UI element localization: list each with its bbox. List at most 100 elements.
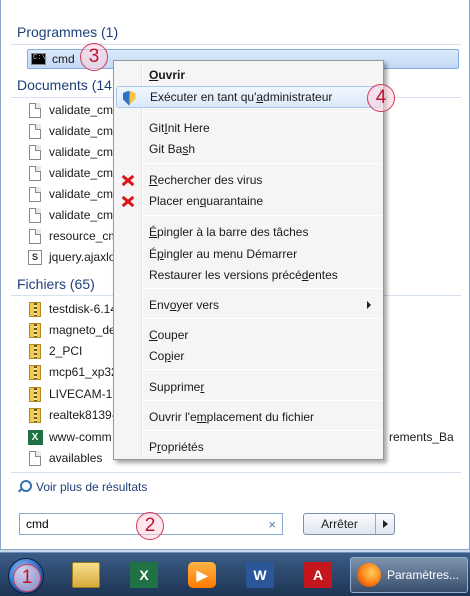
taskbar-acrobat[interactable]: A xyxy=(296,557,340,593)
menu-item-delete[interactable]: Supprime r xyxy=(116,376,381,398)
access-key: R xyxy=(149,173,158,187)
access-key: m xyxy=(196,410,207,424)
menu-item-pin-taskbar[interactable]: Épingler à la barre des tâches xyxy=(116,221,381,243)
menu-item-pin-start[interactable]: Ép ingler au menu Démarrer xyxy=(116,243,381,265)
file-item[interactable]: availables xyxy=(27,448,102,468)
document-icon xyxy=(27,186,43,202)
excel-icon: X xyxy=(130,562,158,588)
document-label: validate_cm xyxy=(49,145,114,159)
document-label: validate_cm xyxy=(49,166,114,180)
menu-item-git-init[interactable]: Git Init Here xyxy=(116,117,381,139)
menu-item-git-bash[interactable]: Git Ba s h xyxy=(116,138,381,160)
kaspersky-icon xyxy=(120,172,136,188)
more-results-link[interactable]: Voir plus de résultats xyxy=(17,480,147,494)
file-item[interactable]: LIVECAM-1.0 xyxy=(27,384,122,404)
taskbar-media-player[interactable]: ▶ xyxy=(180,557,224,593)
menu-item-label: Restaurer les versions précé xyxy=(149,268,302,282)
document-icon xyxy=(27,228,43,244)
taskbar-firefox[interactable]: Paramètres... xyxy=(350,557,468,593)
menu-item-run-as-admin[interactable]: Exécuter en tant qu' a dministrateur xyxy=(116,86,381,108)
menu-separator xyxy=(144,430,381,431)
document-item[interactable]: validate_cm xyxy=(27,205,113,225)
document-icon xyxy=(27,144,43,160)
access-key: a xyxy=(256,90,264,104)
divider xyxy=(11,44,461,45)
files-header: Fichiers (65) xyxy=(17,276,95,292)
document-label: validate_cm xyxy=(49,103,114,117)
taskbar-word[interactable]: W xyxy=(238,557,282,593)
firefox-icon xyxy=(357,563,381,587)
taskbar-excel[interactable]: X xyxy=(122,557,166,593)
menu-item-label: É xyxy=(149,247,158,261)
document-icon xyxy=(27,165,43,181)
excel-file-icon: X xyxy=(27,429,43,445)
access-key: d xyxy=(301,268,309,282)
shutdown-button[interactable]: Arrêter xyxy=(303,513,395,535)
menu-item-properties[interactable]: Pr opriétés xyxy=(116,436,381,458)
menu-item-open-location[interactable]: Ouvrir l'e m placement du fichier xyxy=(116,406,381,428)
menu-item-quarantine[interactable]: Placer en q uarantaine xyxy=(116,190,381,212)
zip-folder-icon xyxy=(27,407,43,423)
file-item[interactable]: magneto_de xyxy=(27,320,116,340)
access-key: O xyxy=(149,68,159,82)
menu-item-label: Co xyxy=(149,349,165,363)
file-label: magneto_de xyxy=(49,323,116,337)
clear-search-icon[interactable]: × xyxy=(268,517,276,532)
menu-item-cut[interactable]: Couper xyxy=(116,324,381,346)
menu-item-label: nit Here xyxy=(167,121,210,135)
program-label: cmd xyxy=(52,52,75,66)
menu-item-label: P xyxy=(149,440,158,454)
document-icon xyxy=(27,123,43,139)
document-label: jquery.ajaxlo xyxy=(49,250,116,264)
menu-item-label: h xyxy=(188,142,196,156)
file-label: 2_PCI xyxy=(49,344,83,358)
document-item[interactable]: validate_cm xyxy=(27,100,113,120)
play-icon: ▶ xyxy=(188,562,216,588)
file-item[interactable]: 2_PCI xyxy=(27,341,82,361)
menu-separator xyxy=(144,111,381,112)
menu-item-label: Env xyxy=(149,298,170,312)
step-marker-3: 3 xyxy=(80,43,108,71)
menu-item-label: echercher des virus xyxy=(157,173,263,187)
file-item[interactable]: mcp61_xp32 xyxy=(27,362,118,382)
shutdown-options-button[interactable] xyxy=(376,514,394,534)
menu-separator xyxy=(144,400,381,401)
shutdown-label[interactable]: Arrêter xyxy=(304,514,376,534)
file-label: testdisk-6.14 xyxy=(49,302,118,316)
menu-item-label: Git Ba xyxy=(149,142,183,156)
taskbar: X ▶ W A Paramètres... xyxy=(0,552,470,596)
menu-item-open[interactable]: Ouvrir xyxy=(116,64,381,86)
zip-folder-icon xyxy=(27,301,43,317)
menu-item-label: Supprime xyxy=(149,380,201,394)
document-item[interactable]: resource_cm xyxy=(27,226,118,246)
document-label: resource_cm xyxy=(49,229,119,243)
menu-item-send-to[interactable]: Env o yer vers xyxy=(116,294,381,316)
document-item[interactable]: validate_cm xyxy=(27,184,113,204)
access-key: r xyxy=(200,380,205,394)
document-item[interactable]: validate_cm xyxy=(27,163,113,183)
access-key: q xyxy=(199,194,207,208)
file-item[interactable]: realtek8139- xyxy=(27,405,116,425)
taskbar-explorer[interactable] xyxy=(64,557,108,593)
file-item[interactable]: testdisk-6.14 xyxy=(27,299,117,319)
arrow-right-icon xyxy=(382,520,388,528)
document-icon xyxy=(27,102,43,118)
document-item[interactable]: validate_cm xyxy=(27,142,113,162)
menu-item-label: Placer en xyxy=(149,194,200,208)
document-item[interactable]: validate_cm xyxy=(27,121,113,141)
document-icon xyxy=(27,207,43,223)
document-item[interactable]: Sjquery.ajaxlo xyxy=(27,247,115,267)
word-icon: W xyxy=(246,562,274,588)
access-key: C xyxy=(149,328,158,342)
file-label: realtek8139- xyxy=(49,408,116,422)
menu-separator xyxy=(144,288,381,289)
menu-item-label: Git xyxy=(149,121,165,135)
access-key: o xyxy=(169,298,177,312)
menu-item-scan-virus[interactable]: Rechercher des virus xyxy=(116,169,381,191)
search-icon xyxy=(17,480,32,494)
menu-item-restore-versions[interactable]: Restaurer les versions précé d entes xyxy=(116,264,381,286)
file-item[interactable]: Xwww-comm xyxy=(27,427,112,447)
acrobat-icon: A xyxy=(304,562,332,588)
menu-item-copy[interactable]: Co p ier xyxy=(116,345,381,367)
cmd-icon: C:\ xyxy=(31,53,46,65)
